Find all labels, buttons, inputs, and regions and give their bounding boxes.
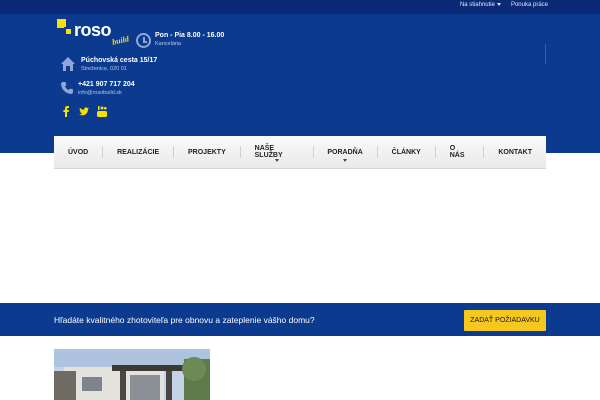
cta-banner: Hľadáte kvalitného zhotoviteľa pre obnov…	[0, 303, 600, 336]
home-icon	[61, 57, 75, 71]
chevron-down-icon	[496, 2, 501, 6]
nav-item-o-nas[interactable]: O NÁS	[436, 136, 484, 169]
nav-item-clanky[interactable]: ČLÁNKY	[378, 136, 435, 169]
logo-square-icon	[64, 27, 73, 36]
nav-item-label: KONTAKT	[498, 148, 533, 156]
nav-item-realizacie[interactable]: REALIZÁCIE	[103, 136, 173, 169]
logo-wordmark: roso	[74, 20, 112, 40]
nav-item-nase-sluzby[interactable]: NAŠE SLUŽBY	[241, 136, 313, 169]
nav-item-label: PROJEKTY	[188, 148, 226, 156]
nav-item-label: O NÁS	[449, 145, 465, 159]
phone-number[interactable]: +421 907 717 204	[78, 81, 135, 88]
clock-icon	[136, 33, 151, 48]
nav-item-kontakt[interactable]: KONTAKT	[484, 136, 546, 169]
logo[interactable]: roso build	[57, 19, 131, 47]
house-photo	[54, 349, 210, 400]
opening-hours-label: Kancelária	[155, 41, 181, 47]
twitter-icon[interactable]	[79, 105, 89, 117]
chevron-down-icon	[343, 158, 348, 162]
nav-item-poradna[interactable]: PORADŇA	[313, 136, 376, 169]
top-links: Na stiahnutie Ponuka práce	[460, 2, 548, 8]
facebook-icon[interactable]	[61, 105, 71, 117]
social-links	[61, 105, 107, 117]
divider	[545, 44, 546, 64]
address-city: Streženice, 020 01	[81, 66, 127, 72]
main-navigation: ÚVOD REALIZÁCIE PROJEKTY NAŠE SLUŽBY POR…	[54, 136, 546, 169]
project-thumbnail[interactable]	[54, 349, 210, 400]
nav-item-projekty[interactable]: PROJEKTY	[174, 136, 240, 169]
opening-hours: Pon - Pia 8.00 - 16.00	[155, 32, 225, 39]
address: Púchovská cesta 15/17	[81, 57, 158, 64]
nav-item-label: ČLÁNKY	[391, 148, 421, 156]
nav-item-uvod[interactable]: ÚVOD	[54, 136, 102, 169]
nav-item-label: REALIZÁCIE	[117, 148, 160, 156]
chevron-down-icon	[274, 158, 279, 162]
downloads-link[interactable]: Na stiahnutie	[460, 2, 501, 8]
nav-item-label: ÚVOD	[68, 148, 89, 156]
top-bar: Na stiahnutie Ponuka práce	[0, 0, 600, 14]
nav-item-label: NAŠE SLUŽBY	[254, 145, 283, 159]
phone-icon	[61, 82, 73, 94]
email-link[interactable]: info@rosobuild.sk	[78, 90, 122, 96]
jobs-link[interactable]: Ponuka práce	[511, 2, 548, 8]
submit-request-button[interactable]: ZADAŤ POŽIADAVKU	[464, 310, 546, 331]
cta-text: Hľadáte kvalitného zhotoviteľa pre obnov…	[54, 315, 315, 325]
youtube-icon[interactable]	[97, 105, 107, 117]
nav-item-label: PORADŇA	[327, 148, 363, 156]
downloads-link-label: Na stiahnutie	[459, 2, 495, 8]
logo-tagline: build	[111, 34, 130, 47]
